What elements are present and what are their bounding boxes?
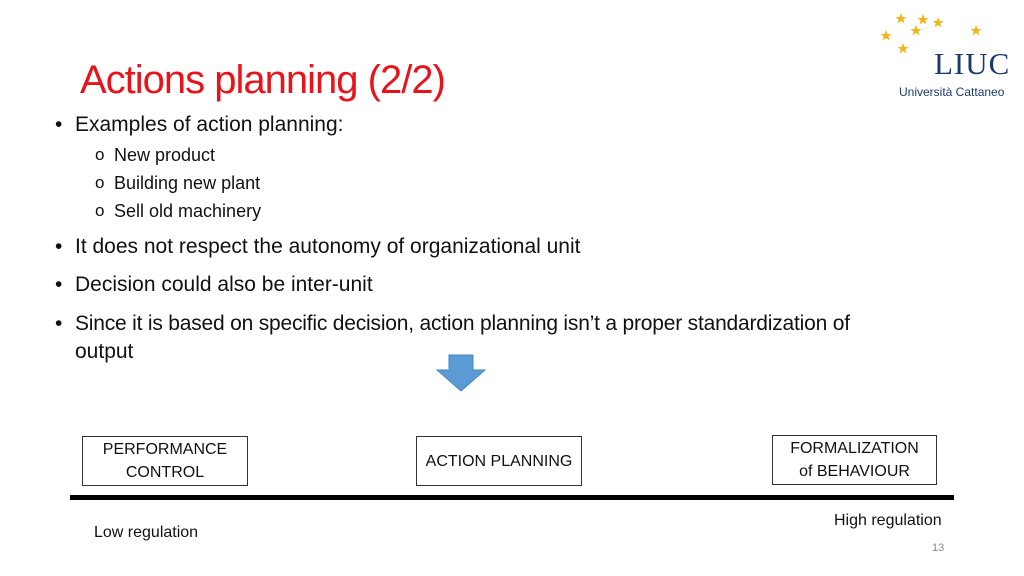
logo-subtitle: Università Cattaneo [899, 85, 1005, 99]
liuc-logo: LIUC Università Cattaneo [878, 10, 1018, 100]
star-icon [910, 25, 922, 36]
sub-bullet-text: New product [114, 145, 216, 165]
box-line: CONTROL [125, 464, 205, 481]
sub-bullet-circle-icon: o [95, 201, 105, 220]
bullet-text: Since it is based on specific decision, … [75, 312, 850, 335]
formalization-box: FORMALIZATION of BEHAVIOUR [772, 435, 937, 485]
slide-title: Actions planning (2/2) [80, 58, 446, 102]
logo-name: LIUC [934, 46, 1011, 81]
star-icon [932, 17, 944, 28]
bullet-item: • Examples of action planning: [55, 113, 344, 137]
bullet-text: Decision could also be inter-unit [75, 273, 373, 296]
sub-bullet-item: o Sell old machinery [95, 201, 262, 222]
star-icon [970, 25, 982, 36]
star-icon [895, 13, 907, 24]
regulation-scale-line [70, 495, 954, 500]
performance-control-box: PERFORMANCE CONTROL [82, 436, 248, 486]
down-arrow-icon [436, 354, 486, 392]
high-regulation-label: High regulation [834, 512, 942, 529]
box-line: ACTION PLANNING [425, 452, 573, 470]
bullet-item: • Since it is based on specific decision… [55, 312, 850, 336]
sub-bullet-text: Building new plant [114, 173, 261, 193]
bullet-dot-icon: • [55, 273, 63, 296]
box-line: FORMALIZATION [790, 440, 919, 457]
sub-bullet-circle-icon: o [95, 145, 105, 164]
bullet-text: It does not respect the autonomy of orga… [75, 235, 581, 258]
star-icon [917, 14, 929, 25]
bullet-dot-icon: • [55, 312, 63, 335]
bullet-item: • Decision could also be inter-unit [55, 273, 373, 297]
sub-bullet-circle-icon: o [95, 173, 105, 192]
star-icon [880, 30, 892, 41]
action-planning-box: ACTION PLANNING [416, 436, 582, 486]
box-line: PERFORMANCE [102, 441, 228, 458]
sub-bullet-item: o Building new plant [95, 173, 261, 194]
bullet-continuation: output [75, 340, 134, 363]
low-regulation-label: Low regulation [94, 524, 199, 541]
sub-bullet-text: Sell old machinery [114, 201, 262, 221]
bullet-dot-icon: • [55, 113, 63, 136]
sub-bullet-item: o New product [95, 145, 216, 166]
bullet-text: Examples of action planning: [75, 113, 344, 136]
box-line: of BEHAVIOUR [799, 463, 910, 480]
bullet-item: • It does not respect the autonomy of or… [55, 235, 581, 259]
star-icon [897, 43, 909, 54]
page-number: 13 [932, 542, 945, 554]
bullet-dot-icon: • [55, 235, 63, 258]
